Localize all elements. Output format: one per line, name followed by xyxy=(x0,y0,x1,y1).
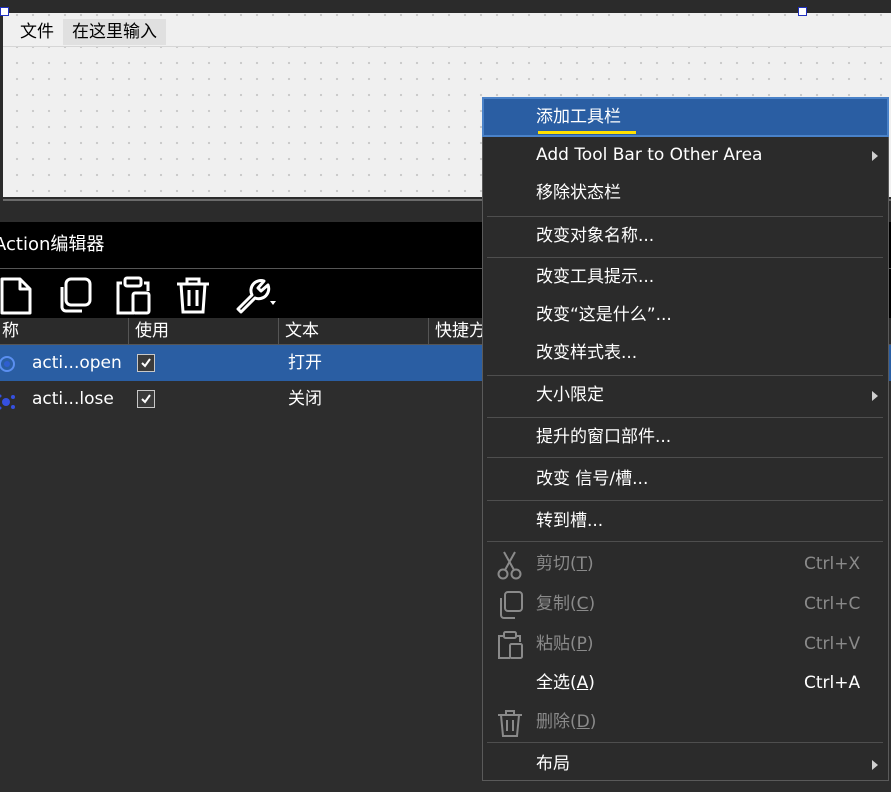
menu-item-size-constraints[interactable]: 大小限定 xyxy=(483,376,888,414)
menu-item-label: 改变样式表... xyxy=(536,343,638,363)
wrench-settings-icon[interactable] xyxy=(232,275,276,315)
menu-item-change-stylesheet[interactable]: 改变样式表... xyxy=(483,334,888,372)
paste-icon[interactable] xyxy=(112,275,154,315)
selection-handle-left[interactable] xyxy=(0,7,9,16)
menu-item-select-all[interactable]: 全选(A) Ctrl+A xyxy=(483,664,888,702)
paste-icon xyxy=(495,630,525,660)
menu-item-label: 粘贴(P) xyxy=(536,634,594,654)
menu-item-add-toolbar-other-area[interactable]: Add Tool Bar to Other Area xyxy=(483,136,888,174)
scissors-icon xyxy=(495,550,525,580)
menu-type-here[interactable]: 在这里输入 xyxy=(63,18,166,45)
menu-separator xyxy=(487,742,883,743)
trash-icon xyxy=(495,708,525,738)
menu-item-delete[interactable]: 删除(D) xyxy=(483,703,888,741)
column-used[interactable]: 使用 xyxy=(128,318,279,344)
menu-item-shortcut: Ctrl+A xyxy=(804,673,861,693)
menu-item-label: 提升的窗口部件... xyxy=(536,427,672,447)
menu-item-label: Add Tool Bar to Other Area xyxy=(536,145,763,165)
menu-item-shortcut: Ctrl+V xyxy=(804,634,861,654)
menu-item-label: 改变对象名称... xyxy=(536,226,655,246)
menu-item-copy[interactable]: 复制(C) Ctrl+C xyxy=(483,585,888,623)
menu-item-cut[interactable]: 剪切(T) Ctrl+X xyxy=(483,545,888,583)
column-text[interactable]: 文本 xyxy=(278,318,429,344)
used-checkbox[interactable] xyxy=(137,390,155,408)
highlight-underline xyxy=(538,131,636,134)
menu-item-add-toolbar[interactable]: 添加工具栏 xyxy=(482,97,889,137)
menu-item-label: 剪切(T) xyxy=(536,554,594,574)
menu-item-label: 布局 xyxy=(536,754,570,774)
used-checkbox[interactable] xyxy=(137,354,155,372)
new-action-icon[interactable] xyxy=(0,275,36,315)
context-menu: 添加工具栏 Add Tool Bar to Other Area 移除状态栏 改… xyxy=(482,97,889,781)
column-name[interactable]: 称 xyxy=(0,318,19,344)
submenu-arrow-icon xyxy=(872,151,878,161)
menu-item-goto-slot[interactable]: 转到槽... xyxy=(483,502,888,540)
menu-item-shortcut: Ctrl+X xyxy=(804,554,861,574)
delete-icon[interactable] xyxy=(172,275,214,315)
action-name: acti...lose xyxy=(32,389,114,409)
menu-item-change-signals-slots[interactable]: 改变 信号/槽... xyxy=(483,460,888,498)
form-menubar[interactable]: 文件 在这里输入 xyxy=(3,17,891,47)
menu-separator xyxy=(487,541,883,542)
menu-item-change-tooltip[interactable]: 改变工具提示... xyxy=(483,258,888,296)
copy-icon[interactable] xyxy=(54,275,96,315)
menu-item-paste[interactable]: 粘贴(P) Ctrl+V xyxy=(483,625,888,663)
menu-item-label: 复制(C) xyxy=(536,594,596,614)
menu-separator xyxy=(487,457,883,458)
menu-item-promoted-widgets[interactable]: 提升的窗口部件... xyxy=(483,418,888,456)
menu-item-layout[interactable]: 布局 xyxy=(483,745,888,783)
submenu-arrow-icon xyxy=(872,391,878,401)
menu-item-label: 改变 信号/槽... xyxy=(536,469,649,489)
menu-item-label: 全选(A) xyxy=(536,673,595,693)
menu-separator xyxy=(487,500,883,501)
menu-item-label: 转到槽... xyxy=(536,511,604,531)
action-text: 关闭 xyxy=(288,389,322,409)
menu-item-change-whatsthis[interactable]: 改变“这是什么”... xyxy=(483,296,888,334)
menu-item-shortcut: Ctrl+C xyxy=(804,594,861,614)
menu-item-label: 改变工具提示... xyxy=(536,267,655,287)
menu-item-label: 改变“这是什么”... xyxy=(536,305,672,325)
menu-item-label: 移除状态栏 xyxy=(536,183,621,203)
selection-handle-right[interactable] xyxy=(798,7,807,16)
menu-file[interactable]: 文件 xyxy=(11,19,63,45)
action-text: 打开 xyxy=(288,353,322,373)
copy-icon xyxy=(495,590,525,620)
menu-item-change-object-name[interactable]: 改变对象名称... xyxy=(483,217,888,255)
menu-item-remove-statusbar[interactable]: 移除状态栏 xyxy=(483,174,888,212)
submenu-arrow-icon xyxy=(872,760,878,770)
action-name: acti...open xyxy=(32,353,122,373)
menu-item-label: 大小限定 xyxy=(536,385,604,405)
menu-item-label: 删除(D) xyxy=(536,712,597,732)
action-close-icon xyxy=(0,389,18,425)
